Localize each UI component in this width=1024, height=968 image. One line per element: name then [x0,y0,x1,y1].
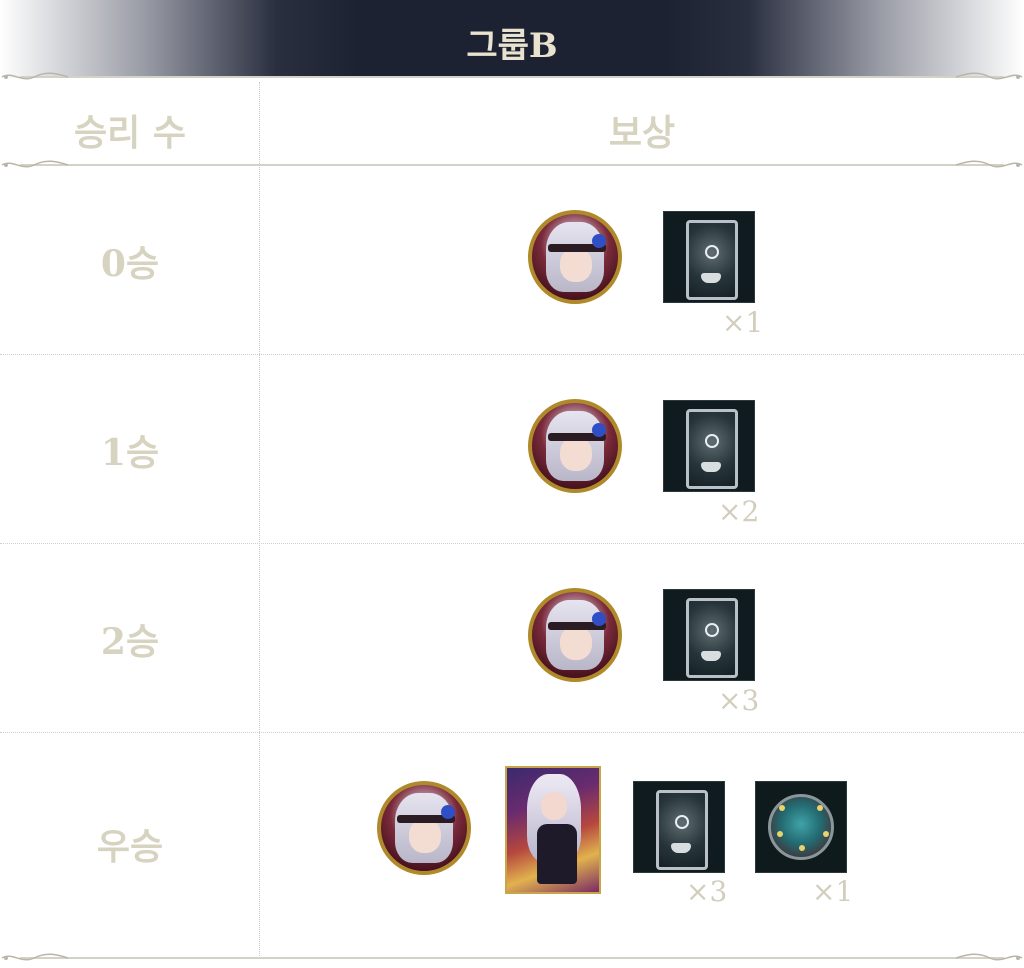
title-bar: 그룹B [0,0,1024,78]
card-box-icon [663,400,755,492]
card-box-icon [633,781,725,873]
character-coin-icon [528,588,622,682]
ornamental-divider [0,72,1024,80]
character-coin-icon [528,210,622,304]
group-title: 그룹B [466,26,558,66]
wins-cell: 2승 [100,620,160,663]
gem-quantity: ×1 [812,875,854,908]
character-card-icon [505,766,601,894]
box-quantity: ×2 [718,495,760,528]
box-quantity: ×3 [686,875,728,908]
table-row: 1승 ×2 [0,355,1024,544]
wins-cell: 우승 [96,826,164,868]
character-coin-icon [528,399,622,493]
character-coin-icon [377,781,471,875]
table-row: 우승 ×3 ×1 [0,733,1024,955]
wins-cell: 1승 [100,431,160,474]
header-wins: 승리 수 [74,112,186,154]
ornamental-divider [0,953,1024,961]
wins-cell: 0승 [100,242,160,285]
gem-icon [755,781,847,873]
table-row: 0승 ×1 [0,166,1024,355]
box-quantity: ×1 [722,306,764,339]
table-header: 승리 수 보상 [0,82,1024,164]
table-row: 2승 ×3 [0,544,1024,733]
card-box-icon [663,589,755,681]
box-quantity: ×3 [718,684,760,717]
header-reward: 보상 [608,112,676,154]
card-box-icon [663,211,755,303]
